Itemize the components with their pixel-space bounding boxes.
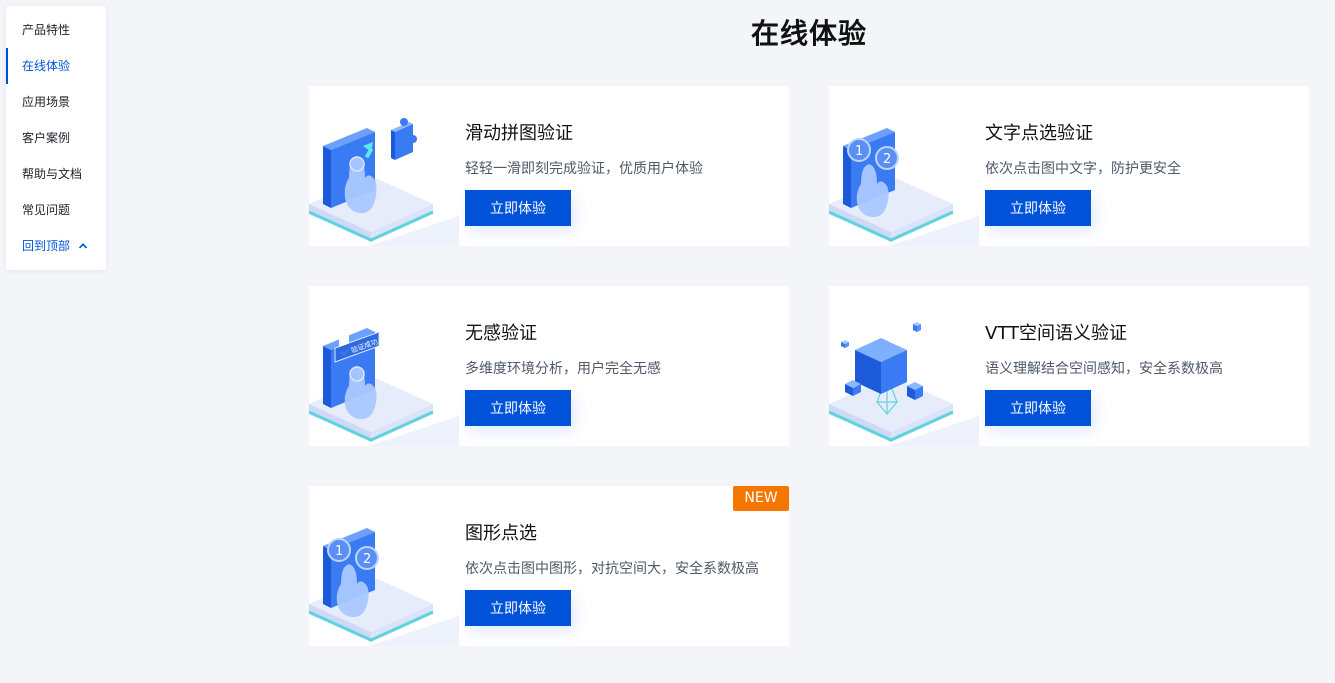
card-title: 文字点选验证	[985, 123, 1093, 144]
card-title: 滑动拼图验证	[465, 123, 573, 144]
text-click-illustration: 1 2	[829, 128, 979, 246]
try-now-button[interactable]: 立即体验	[985, 390, 1091, 426]
try-now-button[interactable]: 立即体验	[985, 190, 1091, 226]
svg-text:2: 2	[363, 552, 371, 567]
spatial-cube-illustration	[829, 322, 979, 446]
card-description: 多维度环境分析，用户完全无感	[465, 361, 661, 377]
svg-text:2: 2	[883, 152, 891, 167]
try-now-button[interactable]: 立即体验	[465, 190, 571, 226]
card-shape-click-verify: 1 2 图形点选 依次点击图中图形，对抗空间大，安全系数极高 立即体验 NEW	[309, 486, 789, 646]
card-title: 图形点选	[465, 523, 537, 544]
sidebar-item-features[interactable]: 产品特性	[6, 12, 106, 48]
sidebar-nav: 产品特性 在线体验 应用场景 客户案例 帮助与文档 常见问题 回到顶部	[6, 6, 106, 270]
card-title: VTT空间语义验证	[985, 323, 1127, 344]
shape-click-illustration: 1 2	[309, 528, 459, 646]
card-vtt-spatial-verify: VTT空间语义验证 语义理解结合空间感知，安全系数极高 立即体验	[829, 286, 1309, 446]
sidebar-item-online-demo[interactable]: 在线体验	[6, 48, 106, 84]
card-description: 依次点击图中图形，对抗空间大，安全系数极高	[465, 561, 759, 577]
back-to-top-label: 回到顶部	[22, 239, 71, 253]
card-description: 语义理解结合空间感知，安全系数极高	[985, 361, 1223, 377]
sidebar-item-cases[interactable]: 客户案例	[6, 120, 106, 156]
card-title: 无感验证	[465, 323, 537, 344]
try-now-button[interactable]: 立即体验	[465, 590, 571, 626]
new-badge: NEW	[733, 486, 789, 511]
card-text-click-verify: 1 2 文字点选验证 依次点击图中文字，防护更安全 立即体验	[829, 86, 1309, 246]
try-now-button[interactable]: 立即体验	[465, 390, 571, 426]
back-to-top-button[interactable]: 回到顶部	[6, 228, 106, 264]
invisible-verify-illustration: 验证成功	[309, 328, 459, 446]
page-title: 在线体验	[750, 17, 867, 50]
svg-text:1: 1	[335, 544, 343, 559]
page: 产品特性 在线体验 应用场景 客户案例 帮助与文档 常见问题 回到顶部 在线体验	[0, 0, 1335, 683]
sidebar-item-faq[interactable]: 常见问题	[6, 192, 106, 228]
slider-puzzle-illustration	[309, 118, 459, 246]
card-invisible-verify: 验证成功 无感验证 多维度环境分析，用户完全无感 立即体验	[309, 286, 789, 446]
sidebar-item-scenarios[interactable]: 应用场景	[6, 84, 106, 120]
card-description: 依次点击图中文字，防护更安全	[985, 161, 1181, 177]
svg-text:1: 1	[855, 144, 863, 159]
card-slider-verify: 滑动拼图验证 轻轻一滑即刻完成验证，优质用户体验 立即体验	[309, 86, 789, 246]
chevron-up-icon	[78, 243, 88, 249]
card-description: 轻轻一滑即刻完成验证，优质用户体验	[465, 161, 703, 177]
sidebar-item-docs[interactable]: 帮助与文档	[6, 156, 106, 192]
